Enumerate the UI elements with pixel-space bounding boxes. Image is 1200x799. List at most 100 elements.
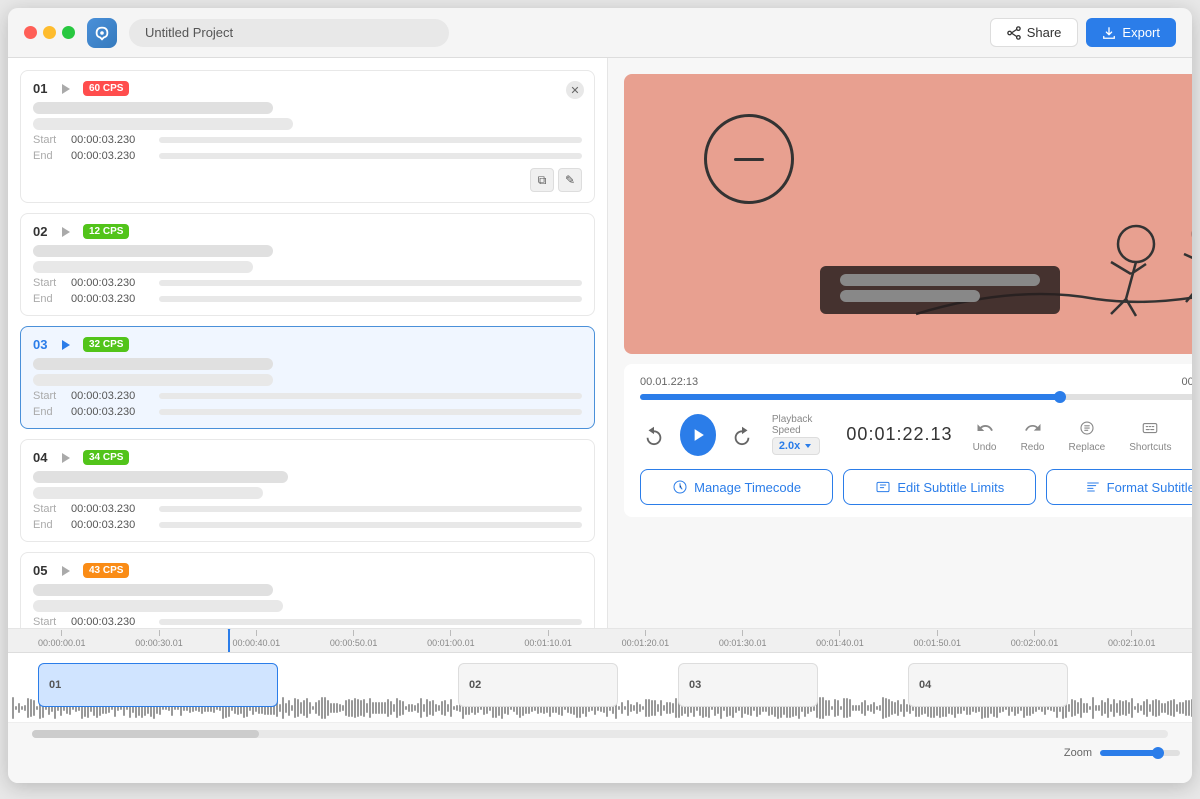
ruler-mark-5: 00:01:10.01 — [524, 630, 572, 648]
track-segment-03[interactable]: 03 — [678, 663, 818, 707]
project-title-input[interactable] — [129, 19, 449, 47]
waveform-bar — [1140, 705, 1142, 710]
waveform-bar — [834, 699, 836, 718]
subtitle-list[interactable]: 01 60 CPS ✕ Start 00:00:03.230 End 00:00… — [8, 58, 608, 628]
waveform-bar — [423, 704, 425, 712]
sub-action-copy-01[interactable]: ⧉ — [530, 168, 554, 192]
waveform-bar — [828, 700, 830, 715]
rewind-button[interactable] — [640, 419, 668, 451]
playhead[interactable] — [228, 629, 230, 652]
waveform-bar — [402, 701, 404, 715]
waveform-bar — [444, 700, 446, 715]
playback-speed: Playback Speed 2.0x — [772, 414, 835, 455]
waveform-bar — [639, 704, 641, 711]
replace-tool[interactable]: Replace — [1061, 412, 1114, 457]
waveform-bar — [663, 705, 665, 711]
waveform-bar — [621, 702, 623, 713]
track-segment-04[interactable]: 04 — [908, 663, 1068, 707]
progress-fill — [640, 394, 1060, 400]
seg-label-01: 01 — [49, 679, 61, 691]
replace-label: Replace — [1069, 442, 1106, 453]
waveform-bar — [357, 699, 359, 716]
redo-tool[interactable]: Redo — [1013, 412, 1053, 457]
subtitle-item-03[interactable]: 03 32 CPS Start 00:00:03.230 End 00:00:0… — [20, 326, 595, 429]
waveform-bar — [390, 701, 392, 716]
ruler-mark-3: 00:00:50.01 — [330, 630, 378, 648]
waveform-bar — [900, 704, 902, 713]
timeline-scroll-thumb[interactable] — [32, 730, 259, 738]
format-subtitles-button[interactable]: Format Subtitles — [1046, 469, 1192, 505]
waveform-bar — [864, 700, 866, 716]
sub-play-02[interactable] — [59, 225, 73, 239]
zoom-thumb[interactable] — [1152, 747, 1164, 759]
sub-play-03[interactable] — [59, 338, 73, 352]
waveform-bar — [1149, 704, 1151, 712]
waveform-bar — [1134, 706, 1136, 711]
video-frame — [624, 74, 1192, 354]
text-lines-02 — [33, 245, 582, 273]
subtitle-item-04[interactable]: 04 34 CPS Start 00:00:03.230 End 00:00:0… — [20, 439, 595, 542]
subtitle-item-02[interactable]: 02 12 CPS Start 00:00:03.230 End 00:00:0… — [20, 213, 595, 316]
track-segment-01[interactable]: 01 — [38, 663, 278, 707]
export-button[interactable]: Export — [1086, 18, 1176, 47]
video-graphic-circle — [704, 114, 794, 204]
edit-subtitle-limits-button[interactable]: Edit Subtitle Limits — [843, 469, 1036, 505]
sub-play-05[interactable] — [59, 564, 73, 578]
waveform-bar — [1107, 698, 1109, 719]
settings-tool[interactable]: Settings — [1187, 412, 1192, 457]
play-button[interactable] — [680, 414, 716, 456]
waveform-bar — [453, 706, 455, 710]
waveform-bar — [1119, 700, 1121, 717]
timecode-display: 00:01:22.13 — [846, 424, 952, 445]
shortcuts-label: Shortcuts — [1129, 442, 1171, 453]
waveform-bar — [1071, 699, 1073, 717]
waveform-bar — [1068, 704, 1070, 712]
waveform-bar — [1122, 701, 1124, 715]
waveform-bar — [435, 704, 437, 711]
track-segment-02[interactable]: 02 — [458, 663, 618, 707]
share-button[interactable]: Share — [990, 18, 1079, 47]
waveform-bar — [447, 704, 449, 712]
shortcuts-tool[interactable]: Shortcuts — [1121, 412, 1179, 457]
close-button[interactable] — [24, 26, 37, 39]
waveform-bar — [1092, 697, 1094, 719]
maximize-button[interactable] — [62, 26, 75, 39]
fast-forward-button[interactable] — [728, 419, 756, 451]
waveform-bar — [369, 698, 371, 718]
progress-thumb[interactable] — [1054, 391, 1066, 403]
subtitle-overlay — [820, 266, 1060, 314]
waveform-bar — [15, 706, 17, 711]
waveform-bar — [636, 702, 638, 715]
waveform-bar — [882, 697, 884, 718]
sub-action-edit-01[interactable]: ✎ — [558, 168, 582, 192]
waveform-bar — [1086, 703, 1088, 714]
subtitle-item-01[interactable]: 01 60 CPS ✕ Start 00:00:03.230 End 00:00… — [20, 70, 595, 203]
waveform-bar — [330, 703, 332, 713]
video-player[interactable] — [624, 74, 1192, 354]
waveform-bar — [1098, 705, 1100, 712]
waveform-bar — [1113, 699, 1115, 717]
subtitle-item-05[interactable]: 05 43 CPS Start 00:00:03.230 End 00:00:0… — [20, 552, 595, 628]
speed-badge[interactable]: 2.0x — [772, 437, 820, 455]
progress-bar[interactable] — [640, 394, 1192, 400]
minimize-button[interactable] — [43, 26, 56, 39]
manage-timecode-button[interactable]: Manage Timecode — [640, 469, 833, 505]
ruler-mark-2: 00:00:40.01 — [233, 630, 281, 648]
waveform-bar — [885, 698, 887, 719]
zoom-slider[interactable] — [1100, 750, 1180, 756]
waveform-bar — [660, 700, 662, 715]
undo-tool[interactable]: Undo — [965, 412, 1005, 457]
timeline-tracks[interactable]: 01 02 03 04 — [8, 653, 1192, 723]
waveform-bar — [861, 702, 863, 714]
traffic-lights — [24, 26, 75, 39]
close-item-01[interactable]: ✕ — [566, 81, 584, 99]
sub-play-01[interactable] — [59, 82, 73, 96]
waveform-bar — [18, 703, 20, 713]
right-panel: 00.01.22:13 00.01.22:13 — [608, 58, 1192, 628]
waveform-bar — [399, 700, 401, 717]
waveform-bar — [1110, 704, 1112, 712]
sub-play-04[interactable] — [59, 451, 73, 465]
text-lines-03 — [33, 358, 582, 386]
waveform-bar — [384, 702, 386, 714]
waveform-bar — [1125, 700, 1127, 717]
